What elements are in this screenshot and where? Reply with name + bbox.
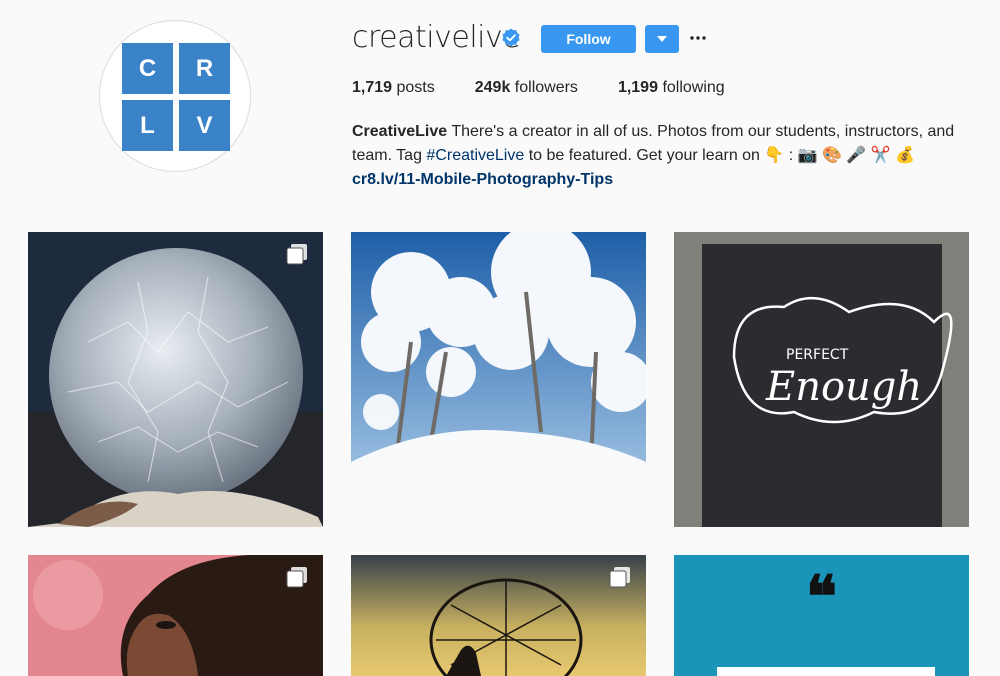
posts-count: 1,719 — [352, 79, 393, 96]
profile-username: creativelive — [352, 20, 521, 55]
bio-full-name: CreativeLive — [352, 123, 448, 140]
creativelive-logo: C R L V — [122, 43, 230, 151]
caret-down-icon — [657, 36, 667, 42]
multiple-photos-icon — [286, 567, 307, 588]
post-thumbnail-quote[interactable]: ❝ — [674, 555, 969, 676]
profile-stats: 1,719 posts 249k followers 1,199 followi… — [352, 79, 765, 97]
followers-stat[interactable]: 249k followers — [475, 79, 578, 97]
logo-letter-v: V — [179, 100, 230, 151]
following-label: following — [662, 79, 725, 96]
logo-letter-r: R — [179, 43, 230, 94]
multiple-photos-icon — [609, 567, 630, 588]
suggestions-dropdown-button[interactable] — [645, 25, 679, 53]
followers-count: 249k — [474, 79, 511, 96]
snowy-trees-image — [351, 232, 646, 527]
follow-button[interactable]: Follow — [541, 25, 636, 53]
logo-letter-l: L — [122, 100, 173, 151]
sign-perfect-text: PERFECT — [786, 347, 849, 363]
following-count: 1,199 — [617, 79, 658, 96]
profile-avatar[interactable]: C R L V — [99, 20, 251, 172]
following-stat[interactable]: 1,199 following — [618, 79, 725, 97]
verified-badge-icon — [502, 28, 520, 47]
quote-mark-icon: ❝ — [805, 563, 838, 631]
posts-stat: 1,719 posts — [352, 79, 435, 97]
bio-text-continued: to be featured. Get your learn on 👇 : 📷 … — [524, 147, 916, 164]
multiple-photos-icon — [286, 244, 307, 265]
profile-bio: CreativeLive There's a creator in all of… — [352, 120, 962, 192]
post-thumbnail-fisherman[interactable] — [351, 555, 646, 676]
quote-card-panel — [717, 667, 935, 676]
perfect-enough-sign-image: PERFECT Enough — [674, 232, 969, 527]
fisherman-net-image — [351, 555, 646, 676]
post-thumbnail-portrait[interactable] — [28, 555, 323, 676]
post-thumbnail-perfect-enough[interactable]: PERFECT Enough — [674, 232, 969, 527]
frozen-bubble-image — [28, 232, 323, 527]
bio-hashtag-link[interactable]: #CreativeLive — [426, 147, 524, 164]
posts-label: posts — [396, 79, 435, 96]
portrait-image — [28, 555, 323, 676]
post-thumbnail-frozen-bubble[interactable] — [28, 232, 323, 527]
post-thumbnail-snowy-trees[interactable] — [351, 232, 646, 527]
followers-label: followers — [514, 79, 578, 96]
more-options-icon[interactable] — [688, 28, 708, 48]
logo-letter-c: C — [122, 43, 173, 94]
sign-enough-text: Enough — [765, 364, 922, 410]
bio-website-link[interactable]: cr8.lv/11-Mobile-Photography-Tips — [352, 168, 962, 192]
